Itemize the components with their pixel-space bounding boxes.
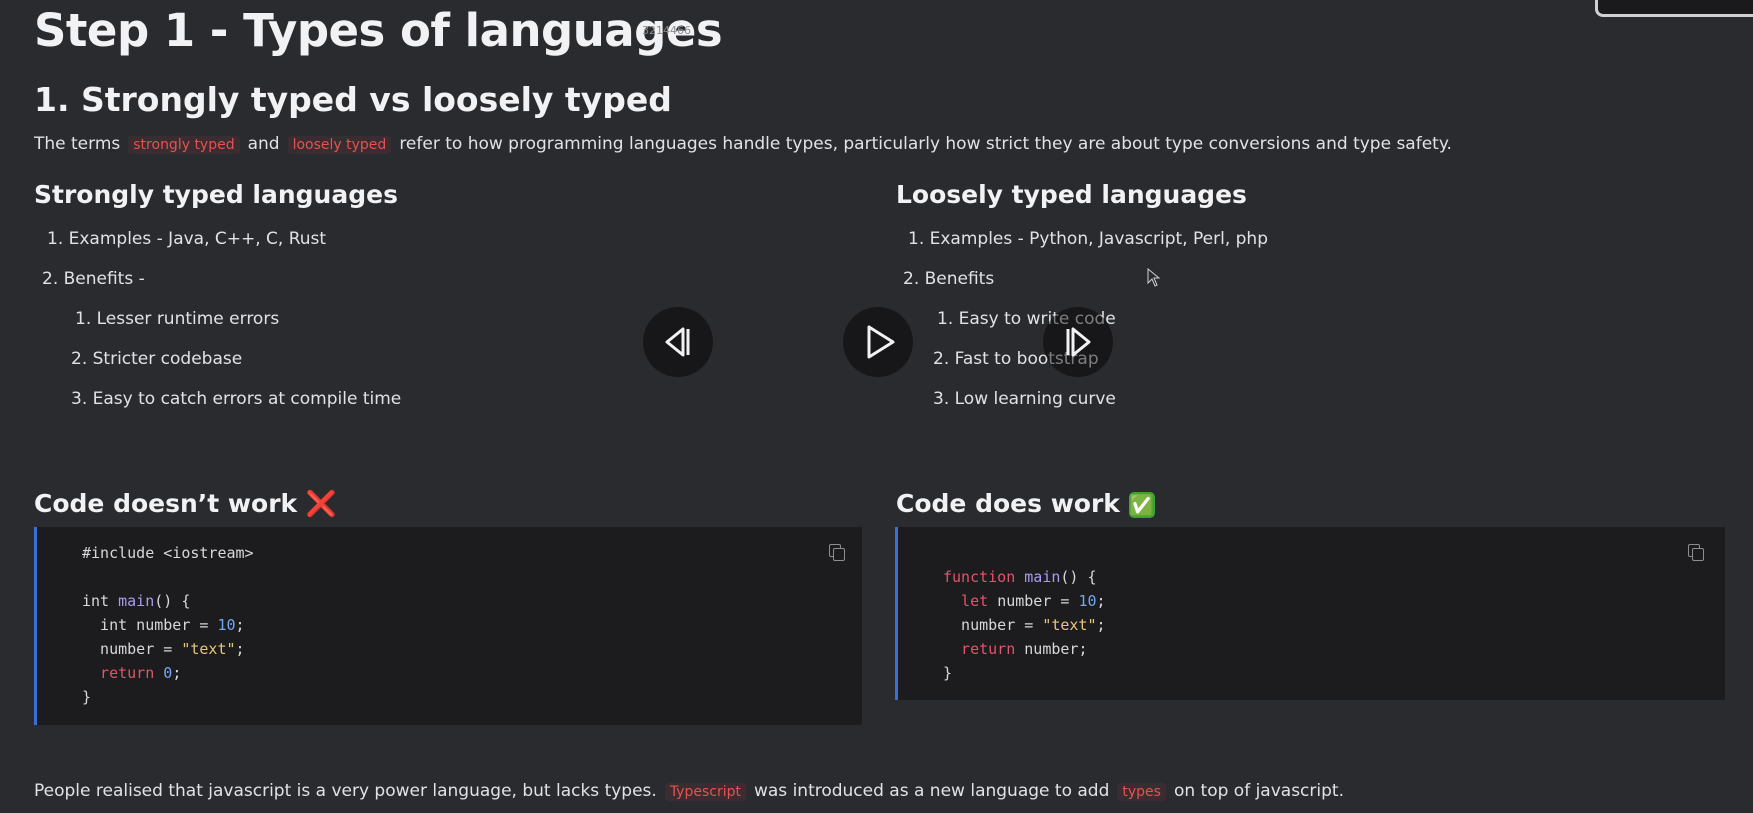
webcam-overlay bbox=[1595, 0, 1753, 17]
code-keyword: int bbox=[82, 592, 119, 610]
intro-prefix: The terms bbox=[34, 134, 121, 154]
watermark: 3214466 bbox=[642, 24, 691, 37]
strong-benefit-2: 2. Stricter codebase bbox=[71, 349, 243, 369]
code-text: int number = bbox=[82, 616, 218, 634]
code-string: "text" bbox=[181, 640, 236, 658]
code-line: let number = 10; bbox=[943, 592, 1106, 610]
strong-heading: Strongly typed languages bbox=[34, 180, 398, 209]
mouse-cursor-icon bbox=[1147, 268, 1161, 287]
code-text: number = bbox=[997, 592, 1079, 610]
code-function: main bbox=[1024, 568, 1061, 586]
loose-benefit-3: 3. Low learning curve bbox=[933, 389, 1116, 409]
code-text: ; bbox=[172, 664, 182, 682]
strong-examples: 1. Examples - Java, C++, C, Rust bbox=[47, 229, 327, 249]
code-line: number = "text"; bbox=[82, 640, 245, 658]
code-text: } bbox=[943, 664, 953, 682]
inline-code-loosely-typed: loosely typed bbox=[287, 136, 392, 154]
cross-mark-icon: ❌ bbox=[305, 489, 338, 518]
footer-paragraph: People realised that javascript is a ver… bbox=[34, 781, 1344, 801]
code-keyword: return bbox=[82, 664, 164, 682]
copy-icon[interactable] bbox=[829, 544, 845, 561]
intro-suffix: refer to how programming languages handl… bbox=[399, 134, 1452, 154]
code-line: #include <iostream> bbox=[82, 544, 254, 562]
code-line: int number = 10; bbox=[82, 616, 245, 634]
code-text: } bbox=[82, 688, 92, 706]
skip-forward-icon bbox=[1066, 327, 1091, 357]
code-text: ; bbox=[235, 640, 245, 658]
code-block-right: function main() { let number = 10; numbe… bbox=[895, 527, 1725, 700]
next-button[interactable] bbox=[1043, 307, 1113, 377]
loose-heading: Loosely typed languages bbox=[896, 180, 1247, 209]
strong-benefit-3: 3. Easy to catch errors at compile time bbox=[71, 389, 402, 409]
section-title: 1. Strongly typed vs loosely typed bbox=[34, 80, 672, 119]
inline-code-typescript: Typescript bbox=[664, 783, 746, 801]
play-button[interactable] bbox=[843, 307, 913, 377]
copy-icon[interactable] bbox=[1688, 544, 1704, 561]
code-left-heading-text: Code doesn’t work bbox=[34, 489, 298, 518]
loose-examples: 1. Examples - Python, Javascript, Perl, … bbox=[908, 229, 1268, 249]
strong-benefits: 2. Benefits - bbox=[42, 269, 145, 289]
code-keyword: let bbox=[943, 592, 998, 610]
inline-code-strongly-typed: strongly typed bbox=[128, 136, 240, 154]
code-block-left: #include <iostream> int main() { int num… bbox=[34, 527, 862, 725]
intro-paragraph: The terms strongly typed and loosely typed r… bbox=[34, 134, 1452, 154]
page-title: Step 1 - Types of languages bbox=[34, 4, 723, 57]
code-left-heading: Code doesn’t work ❌ bbox=[34, 489, 337, 519]
code-line: return 0; bbox=[82, 664, 181, 682]
code-right-heading: Code does work ✅ bbox=[896, 489, 1155, 518]
code-right-heading-text: Code does work bbox=[896, 489, 1120, 518]
footer-suffix: on top of javascript. bbox=[1173, 781, 1344, 801]
code-text: #include <iostream> bbox=[82, 544, 254, 562]
code-number: 10 bbox=[217, 616, 236, 634]
footer-prefix: People realised that javascript is a ver… bbox=[34, 781, 657, 801]
check-mark-icon: ✅ bbox=[1128, 492, 1155, 518]
code-string: "text" bbox=[1042, 616, 1097, 634]
code-line: int main() { bbox=[82, 592, 190, 610]
footer-middle: was introduced as a new language to add bbox=[753, 781, 1110, 801]
previous-button[interactable] bbox=[643, 307, 713, 377]
code-text: () { bbox=[154, 592, 191, 610]
inline-code-types: types bbox=[1117, 783, 1166, 801]
code-line: return number; bbox=[943, 640, 1088, 658]
code-text: ; bbox=[235, 616, 245, 634]
code-function: main bbox=[118, 592, 155, 610]
play-icon bbox=[867, 325, 895, 359]
code-line: } bbox=[82, 688, 91, 706]
code-keyword: function bbox=[943, 568, 1025, 586]
code-text: number = bbox=[82, 640, 182, 658]
skip-back-icon bbox=[665, 327, 690, 357]
strong-benefit-1: 1. Lesser runtime errors bbox=[75, 309, 280, 329]
code-text: ; bbox=[1096, 592, 1106, 610]
code-line: number = "text"; bbox=[943, 616, 1106, 634]
code-text: () { bbox=[1060, 568, 1097, 586]
code-line: function main() { bbox=[943, 568, 1097, 586]
loose-benefits: 2. Benefits bbox=[903, 269, 995, 289]
code-keyword: return bbox=[943, 640, 1025, 658]
code-text: ; bbox=[1096, 616, 1106, 634]
intro-middle: and bbox=[247, 134, 280, 154]
code-number: 10 bbox=[1078, 592, 1097, 610]
code-line: } bbox=[943, 664, 952, 682]
code-text: number = bbox=[943, 616, 1043, 634]
code-number: 0 bbox=[163, 664, 173, 682]
code-text: number; bbox=[1024, 640, 1088, 658]
